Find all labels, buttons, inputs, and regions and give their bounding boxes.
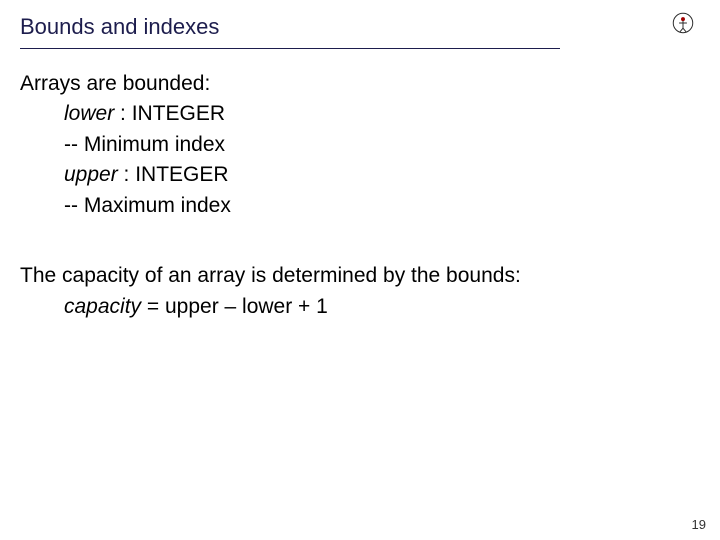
capacity-formula: = upper – lower + 1 [141, 295, 328, 318]
upper-comment: -- Maximum index [64, 191, 700, 221]
capacity-intro: The capacity of an array is determined b… [20, 261, 700, 291]
chair-logo-icon [670, 10, 696, 36]
upper-declaration: upper : INTEGER [64, 160, 700, 190]
slide-body: Arrays are bounded: lower : INTEGER -- M… [0, 49, 720, 322]
capacity-expression: capacity = upper – lower + 1 [64, 292, 700, 322]
slide-title: Bounds and indexes [20, 14, 700, 40]
intro-line: Arrays are bounded: [20, 69, 700, 99]
capacity-name: capacity [64, 295, 141, 318]
page-number: 19 [692, 517, 706, 532]
lower-type: : INTEGER [114, 102, 225, 125]
lower-comment: -- Minimum index [64, 130, 700, 160]
lower-declaration: lower : INTEGER [64, 99, 700, 129]
upper-name: upper [64, 163, 118, 186]
upper-type: : INTEGER [118, 163, 229, 186]
lower-name: lower [64, 102, 114, 125]
